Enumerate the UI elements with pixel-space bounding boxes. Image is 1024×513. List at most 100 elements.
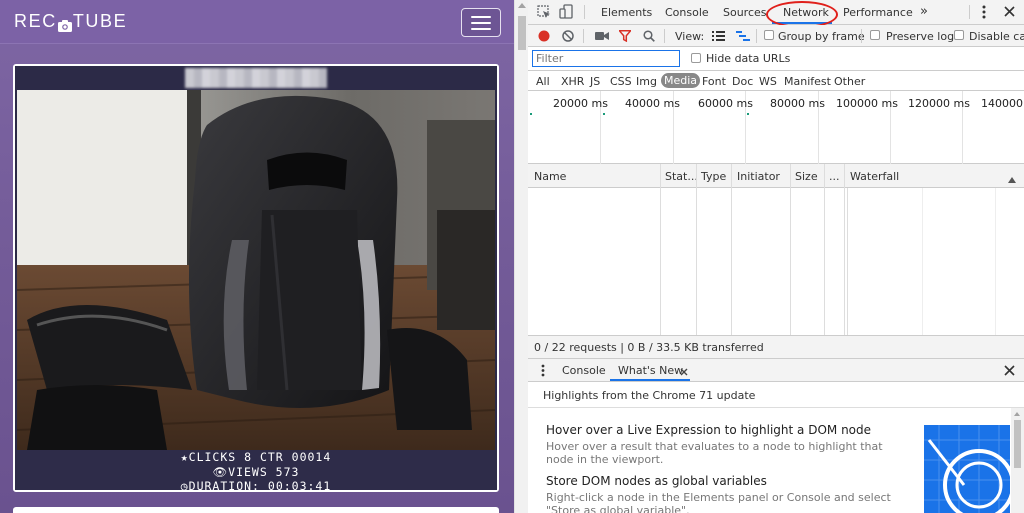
active-drawer-tab-underline	[610, 379, 690, 381]
column-divider	[844, 188, 845, 335]
menu-icon-bar	[471, 15, 491, 18]
next-video-card[interactable]	[13, 507, 499, 513]
video-card-header	[15, 66, 497, 90]
column-type[interactable]: Type	[701, 170, 726, 183]
waterfall-gridline	[995, 188, 996, 335]
views-stat: 👁VIEWS 573	[15, 465, 497, 480]
whats-new-heading: Store DOM nodes as global variables	[546, 474, 767, 488]
column-status[interactable]: Stat...	[665, 170, 698, 183]
whats-new-illustration	[924, 425, 1010, 513]
group-by-frame-label: Group by frame	[778, 30, 865, 43]
whats-new-heading: Hover over a Live Expression to highligh…	[546, 423, 872, 437]
whats-new-subtitle: Highlights from the Chrome 71 update	[543, 389, 756, 402]
logo-text-right: TUBE	[72, 11, 128, 31]
type-filter-doc[interactable]: Doc	[732, 75, 753, 88]
type-filter-img[interactable]: Img	[636, 75, 657, 88]
column-divider	[660, 164, 661, 188]
type-filter-ws[interactable]: WS	[759, 75, 777, 88]
disable-cache-checkbox[interactable]	[954, 30, 964, 40]
toolbar-divider	[584, 5, 585, 19]
views-text: VIEWS 573	[228, 464, 300, 479]
column-waterfall[interactable]: Waterfall	[850, 170, 899, 183]
column-divider	[844, 164, 845, 188]
device-toolbar-icon[interactable]	[559, 4, 573, 23]
hide-data-urls-label: Hide data URLs	[706, 52, 791, 65]
type-filter-js[interactable]: JS	[590, 75, 600, 88]
filter-icon[interactable]	[617, 30, 633, 45]
timeline-request-marker	[747, 113, 749, 115]
close-icon[interactable]	[1004, 365, 1015, 379]
menu-icon-bar	[471, 21, 491, 24]
column-divider	[660, 188, 661, 335]
more-tabs-button[interactable]: »	[920, 4, 928, 19]
type-filter-font[interactable]: Font	[702, 75, 726, 88]
network-summary-bar: 0 / 22 requests | 0 B / 33.5 KB transfer…	[528, 335, 1024, 359]
column-divider	[824, 188, 825, 335]
tab-console[interactable]: Console	[665, 6, 709, 19]
page-scrollbar[interactable]	[514, 0, 528, 513]
drawer-tab-whats-new[interactable]: What's New	[618, 364, 683, 377]
toolbar-divider	[969, 5, 970, 19]
column-divider	[790, 164, 791, 188]
whats-new-description: Right-click a node in the Elements panel…	[546, 491, 891, 504]
column-divider	[696, 164, 697, 188]
filter-bar: Hide data URLs	[528, 47, 1024, 71]
timeline-label: 100000 ms	[836, 97, 898, 110]
column-initiator[interactable]: Initiator	[737, 170, 780, 183]
column-divider	[790, 188, 791, 335]
filter-input[interactable]	[532, 50, 680, 67]
large-rows-icon[interactable]	[712, 31, 725, 44]
capture-screenshots-icon[interactable]	[595, 31, 609, 44]
type-filter-manifest[interactable]: Manifest	[784, 75, 831, 88]
close-icon[interactable]	[680, 366, 688, 379]
clear-icon[interactable]	[562, 30, 574, 45]
drawer-scrollbar[interactable]	[1011, 408, 1024, 513]
drawer-tab-console[interactable]: Console	[562, 364, 606, 377]
network-overview-timeline[interactable]: 20000 ms 40000 ms 60000 ms 80000 ms 1000…	[528, 91, 1024, 164]
inspect-icon[interactable]	[537, 5, 551, 22]
whats-new-subtitle-bar: Highlights from the Chrome 71 update	[528, 382, 1024, 408]
video-card[interactable]: ★CLICKS 8 CTR 00014 👁VIEWS 573 ◷DURATION…	[13, 64, 499, 493]
scroll-up-icon[interactable]	[518, 3, 526, 8]
tab-sources[interactable]: Sources	[723, 6, 767, 19]
column-time[interactable]: ...	[829, 170, 840, 183]
video-stats: ★CLICKS 8 CTR 00014 👁VIEWS 573 ◷DURATION…	[15, 450, 497, 493]
waterfall-view-icon[interactable]	[736, 31, 750, 44]
whats-new-item[interactable]: Hover over a Live Expression to highligh…	[546, 423, 883, 466]
close-icon[interactable]	[1004, 6, 1015, 20]
scroll-up-icon[interactable]	[1014, 412, 1020, 416]
type-filter-css[interactable]: CSS	[610, 75, 632, 88]
tab-performance[interactable]: Performance	[843, 6, 913, 19]
preserve-log-checkbox[interactable]	[870, 30, 880, 40]
whats-new-item[interactable]: Store DOM nodes as global variables Righ…	[546, 474, 891, 513]
hide-data-urls-checkbox[interactable]	[691, 53, 701, 63]
group-by-frame-checkbox[interactable]	[764, 30, 774, 40]
column-divider	[847, 188, 848, 335]
type-filter-xhr[interactable]: XHR	[561, 75, 584, 88]
type-filter-media[interactable]: Media	[661, 73, 701, 88]
type-filter-all[interactable]: All	[536, 75, 550, 88]
devtools-panel: Elements Console Sources Network Perform…	[528, 0, 1024, 513]
video-thumbnail[interactable]	[17, 90, 495, 450]
tab-elements[interactable]: Elements	[601, 6, 652, 19]
recotube-page: REC TUBE ★CLICKS 8 CTR 00014 👁VIEWS 573 …	[0, 0, 514, 513]
sort-up-icon[interactable]	[1008, 173, 1016, 186]
site-logo[interactable]: REC TUBE	[14, 11, 127, 32]
annotation-circle	[766, 1, 838, 28]
toolbar-divider	[664, 29, 665, 43]
type-filter-other[interactable]: Other	[834, 75, 865, 88]
column-name[interactable]: Name	[534, 170, 566, 183]
menu-toggle-button[interactable]	[461, 8, 501, 37]
site-header: REC TUBE	[0, 0, 514, 44]
search-icon[interactable]	[643, 30, 655, 45]
scrollbar-thumb[interactable]	[1014, 420, 1021, 468]
drawer-menu-icon[interactable]	[541, 364, 545, 380]
toolbar-divider	[861, 29, 862, 43]
view-label: View:	[675, 30, 705, 43]
record-icon[interactable]	[538, 30, 550, 45]
whats-new-content: Hover over a Live Expression to highligh…	[528, 408, 1024, 513]
column-size[interactable]: Size	[795, 170, 818, 183]
network-toolbar: View: Group by frame Preserve log Disabl…	[528, 25, 1024, 47]
scrollbar-thumb[interactable]	[518, 16, 526, 50]
more-icon[interactable]	[982, 5, 986, 22]
